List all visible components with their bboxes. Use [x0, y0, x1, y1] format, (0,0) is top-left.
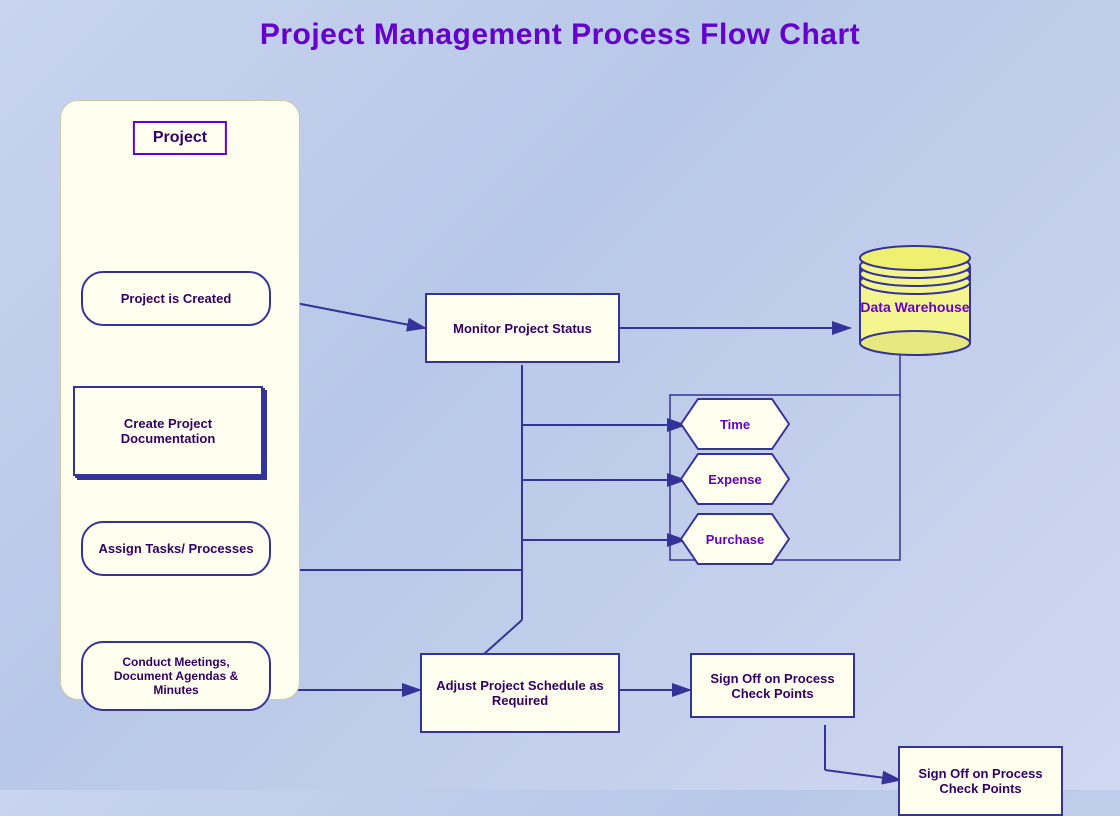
- purchase-node: Purchase: [680, 513, 790, 565]
- conduct-meetings-node: Conduct Meetings, Document Agendas & Min…: [81, 641, 271, 711]
- sign-off-2-node: Sign Off on Process Check Points: [898, 746, 1063, 816]
- page-title: Project Management Process Flow Chart: [0, 0, 1120, 62]
- adjust-schedule-node: Adjust Project Schedule as Required: [420, 653, 620, 733]
- lane-title: Project: [133, 121, 227, 155]
- expense-node: Expense: [680, 453, 790, 505]
- sign-off-1-node: Sign Off on Process Check Points: [690, 653, 855, 718]
- assign-tasks-node: Assign Tasks/ Processes: [81, 521, 271, 576]
- project-created-node: Project is Created: [81, 271, 271, 326]
- data-warehouse-node: Data Warehouse: [850, 240, 980, 370]
- swim-lane: Project Project is Created Create Projec…: [60, 100, 300, 700]
- monitor-status-node: Monitor Project Status: [425, 293, 620, 363]
- time-node: Time: [680, 398, 790, 450]
